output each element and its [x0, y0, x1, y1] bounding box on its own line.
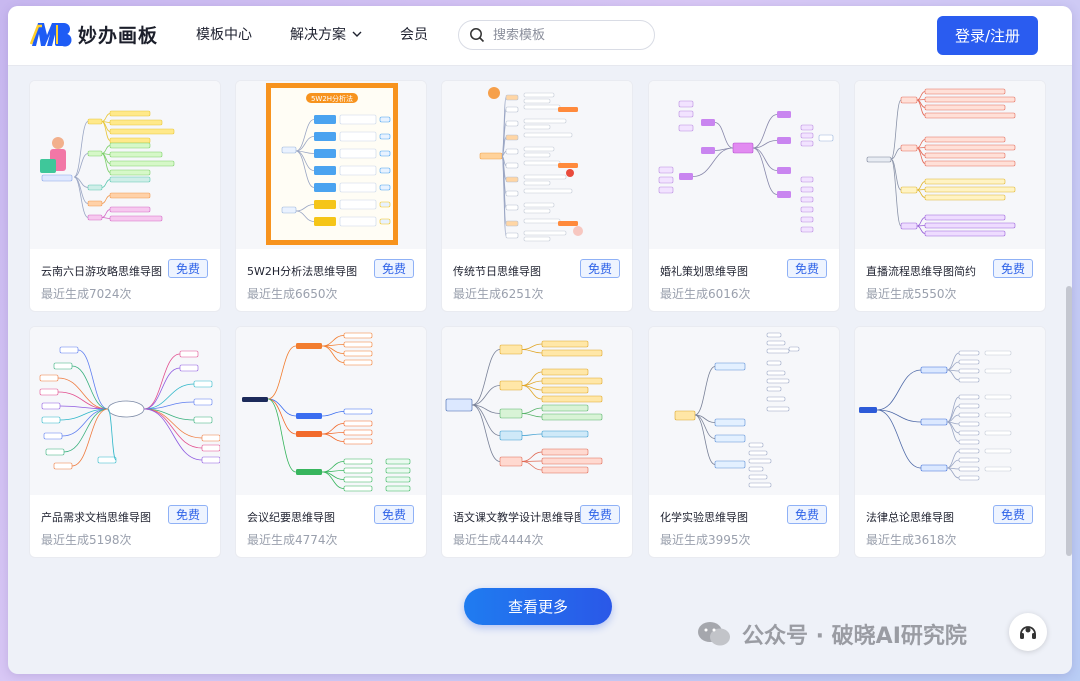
template-title[interactable]: 产品需求文档思维导图 — [41, 509, 151, 525]
template-card[interactable]: 产品需求文档思维导图 免费最近生成5198次 — [29, 326, 221, 558]
app-window: 妙办画板 模板中心 解决方案 会员 登录/注册 — [8, 6, 1072, 674]
headset-icon — [1020, 626, 1036, 639]
template-card[interactable]: 法律总论思维导图 免费最近生成3618次 — [854, 326, 1046, 558]
template-title[interactable]: 婚礼策划思维导图 — [660, 263, 748, 279]
template-card[interactable]: 直播流程思维导图简约 免费最近生成5550次 — [854, 80, 1046, 312]
free-badge[interactable]: 免费 — [787, 505, 827, 524]
svg-text:5W2H分析法: 5W2H分析法 — [311, 94, 353, 103]
free-badge[interactable]: 免费 — [168, 505, 208, 524]
wechat-icon — [698, 622, 730, 646]
free-badge[interactable]: 免费 — [374, 259, 414, 278]
mindmap-preview-image — [674, 332, 800, 488]
template-thumbnail[interactable] — [30, 327, 220, 495]
scrollbar-thumb[interactable] — [1066, 286, 1072, 556]
template-thumbnail[interactable] — [236, 327, 426, 495]
search-input[interactable] — [493, 27, 643, 43]
template-title[interactable]: 会议纪要思维导图 — [247, 509, 335, 525]
template-title[interactable]: 化学实验思维导图 — [660, 509, 748, 525]
template-title[interactable]: 5W2H分析法思维导图 — [247, 263, 357, 279]
mindmap-preview-image — [479, 87, 583, 242]
template-card[interactable]: 5W2H分析法 5W2H分析法思维导图 免费最近生成6650次 — [235, 80, 427, 312]
template-thumbnail[interactable] — [649, 81, 839, 249]
search-icon — [470, 28, 485, 43]
template-thumbnail[interactable] — [442, 327, 632, 495]
top-header: 妙办画板 模板中心 解决方案 会员 登录/注册 — [8, 6, 1072, 66]
template-title[interactable]: 语文课文教学设计思维导图 — [453, 509, 585, 525]
scrollbar[interactable] — [1066, 66, 1072, 674]
usage-count: 最近生成7024次 — [41, 287, 132, 301]
template-thumbnail[interactable] — [855, 327, 1045, 495]
template-thumbnail[interactable] — [442, 81, 632, 249]
template-thumbnail[interactable] — [30, 81, 220, 249]
template-card[interactable]: 语文课文教学设计思维导图 免费最近生成4444次 — [441, 326, 633, 558]
floating-action-button[interactable] — [1009, 613, 1047, 651]
usage-count: 最近生成5198次 — [41, 533, 132, 547]
free-badge[interactable]: 免费 — [374, 505, 414, 524]
mindmap-preview-image — [445, 340, 603, 474]
nav-membership[interactable]: 会员 — [400, 24, 428, 44]
usage-count: 最近生成3995次 — [660, 533, 751, 547]
template-title[interactable]: 直播流程思维导图简约 — [866, 263, 976, 279]
nav-label: 解决方案 — [290, 27, 346, 43]
mindmap-preview-image — [859, 350, 1012, 481]
nav-label: 模板中心 — [196, 27, 252, 43]
mindmap-preview-image — [866, 88, 1016, 237]
template-card[interactable]: 婚礼策划思维导图 免费最近生成6016次 — [648, 80, 840, 312]
watermark: 公众号 · 破晓AI研究院 — [696, 618, 967, 650]
mindmap-preview-image — [242, 332, 411, 492]
free-badge[interactable]: 免费 — [993, 505, 1033, 524]
usage-count: 最近生成6251次 — [453, 287, 544, 301]
usage-count: 最近生成4444次 — [453, 533, 544, 547]
chevron-down-icon — [352, 31, 362, 37]
template-thumbnail[interactable] — [855, 81, 1045, 249]
free-badge[interactable]: 免费 — [993, 259, 1033, 278]
logo-text: 妙办画板 — [78, 24, 159, 47]
template-card[interactable]: 云南六日游攻略思维导图 免费最近生成7024次 — [29, 80, 221, 312]
nav-template-center[interactable]: 模板中心 — [196, 24, 252, 44]
search-box — [458, 20, 655, 50]
free-badge[interactable]: 免费 — [580, 505, 620, 524]
free-badge[interactable]: 免费 — [580, 259, 620, 278]
usage-count: 最近生成3618次 — [866, 533, 957, 547]
logo-icon — [30, 23, 72, 47]
template-grid-area: 云南六日游攻略思维导图 免费 最近生成7024次 5W2H分析法 5W2H分析法思维导图… — [8, 66, 1072, 674]
free-badge[interactable]: 免费 — [787, 259, 827, 278]
usage-count: 最近生成4774次 — [247, 533, 338, 547]
template-title[interactable]: 云南六日游攻略思维导图 — [41, 263, 162, 279]
watermark-text: 公众号 · 破晓AI研究院 — [742, 624, 967, 649]
mindmap-preview-image: 5W2H分析法 — [266, 83, 398, 245]
mindmap-preview-image — [39, 346, 220, 470]
usage-count: 最近生成6650次 — [247, 287, 338, 301]
logo[interactable]: 妙办画板 — [30, 20, 158, 48]
template-card[interactable]: 传统节日思维导图 免费最近生成6251次 — [441, 80, 633, 312]
login-register-button[interactable]: 登录/注册 — [937, 16, 1038, 55]
view-more-button[interactable]: 查看更多 — [464, 588, 612, 625]
usage-count: 最近生成6016次 — [660, 287, 751, 301]
template-title[interactable]: 传统节日思维导图 — [453, 263, 541, 279]
main-nav: 模板中心 解决方案 会员 — [196, 24, 466, 44]
free-badge[interactable]: 免费 — [168, 259, 208, 278]
mindmap-preview-image — [40, 110, 175, 222]
template-title[interactable]: 法律总论思维导图 — [866, 509, 954, 525]
template-card[interactable]: 会议纪要思维导图 免费最近生成4774次 — [235, 326, 427, 558]
template-card[interactable]: 化学实验思维导图 免费最近生成3995次 — [648, 326, 840, 558]
template-thumbnail[interactable] — [649, 327, 839, 495]
mindmap-preview-image — [658, 100, 834, 233]
nav-label: 会员 — [400, 27, 428, 43]
nav-solutions[interactable]: 解决方案 — [290, 24, 362, 44]
usage-count: 最近生成5550次 — [866, 287, 957, 301]
template-thumbnail[interactable]: 5W2H分析法 — [236, 81, 426, 249]
